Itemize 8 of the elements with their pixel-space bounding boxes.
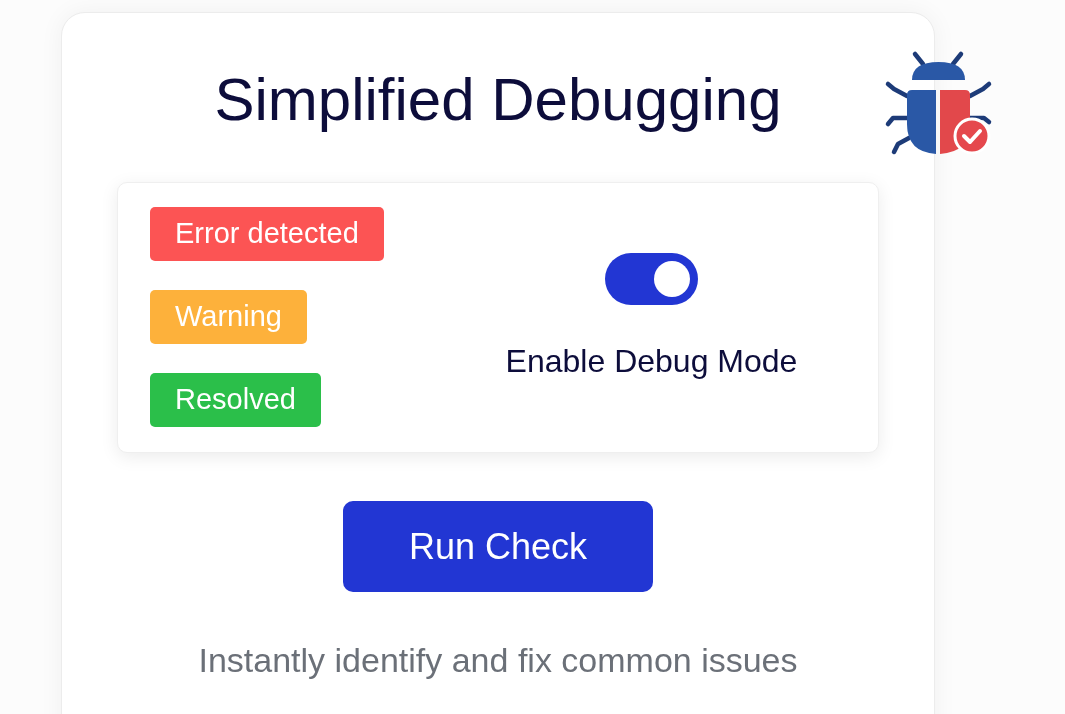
toggle-label: Enable Debug Mode <box>505 342 798 379</box>
status-tag: Warning <box>150 290 307 344</box>
page-heading: Simplified Debugging <box>214 65 782 135</box>
status-tag: Error detected <box>150 207 384 261</box>
caption-text: Instantly identify and fix common issues <box>198 640 798 680</box>
status-tag: Resolved <box>150 373 321 427</box>
debug-mode-toggle[interactable] <box>605 252 698 305</box>
run-check-button[interactable]: Run Check <box>343 501 653 592</box>
